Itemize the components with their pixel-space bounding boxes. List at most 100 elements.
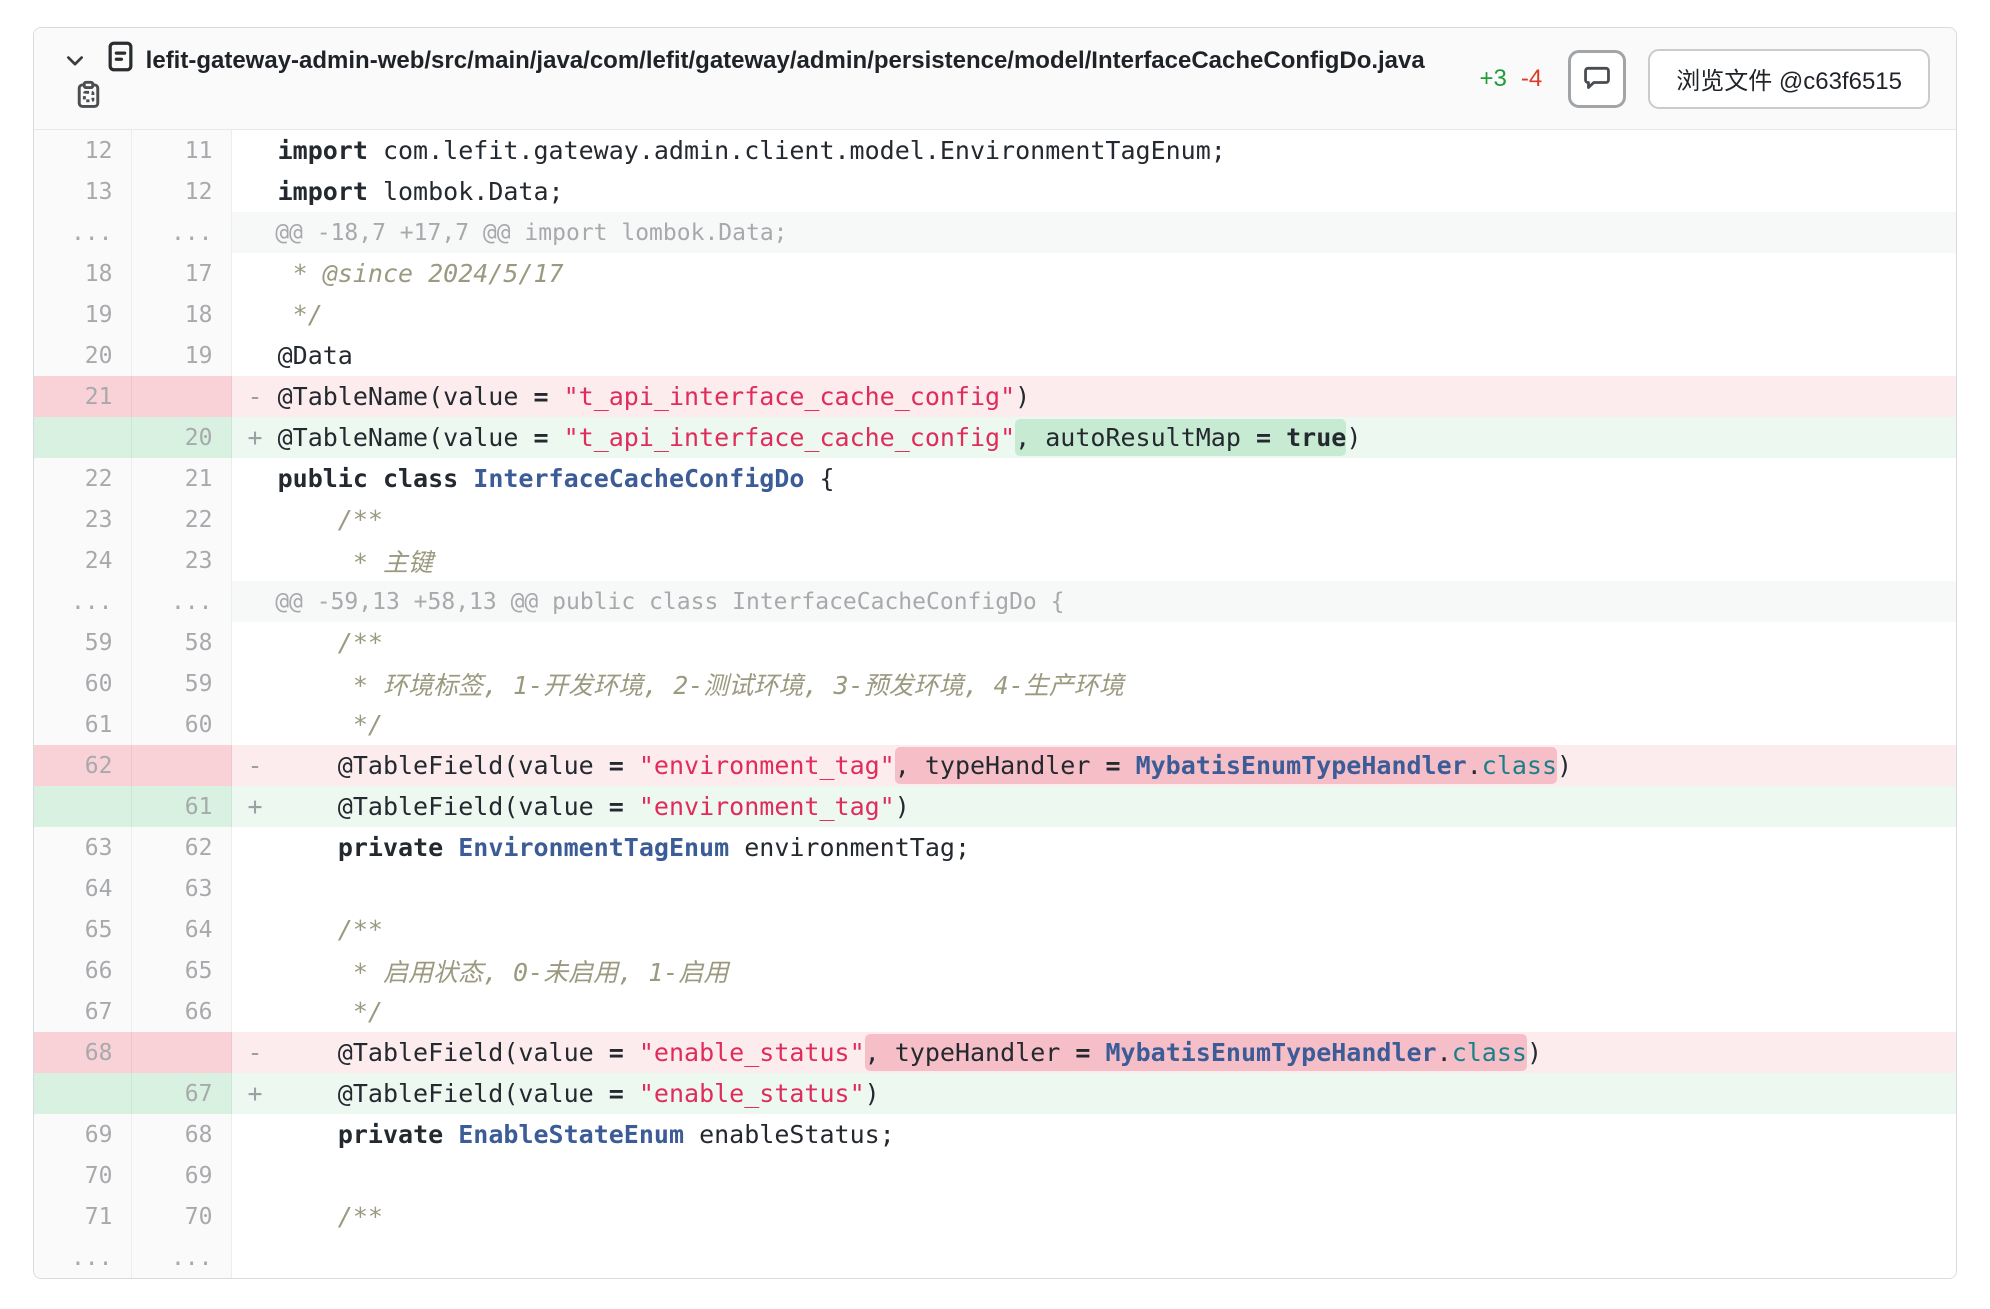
diff-table: 1211import com.lefit.gateway.admin.clien… <box>34 130 1956 1278</box>
code-cell: */ <box>231 294 1956 335</box>
diff-row: 7069 <box>34 1155 1956 1196</box>
code-token: "enable_status" <box>639 1038 865 1067</box>
line-number-new[interactable]: 22 <box>131 499 231 540</box>
line-number-new[interactable]: 70 <box>131 1196 231 1237</box>
code-token: @TableField(value <box>278 751 609 780</box>
line-number-new[interactable]: 65 <box>131 950 231 991</box>
code-cell <box>231 868 1956 909</box>
line-number-new[interactable]: 59 <box>131 663 231 704</box>
line-number-old[interactable]: 61 <box>34 704 131 745</box>
code-token <box>1121 751 1136 780</box>
collapse-chevron-icon[interactable] <box>64 42 86 79</box>
line-number-old[interactable]: 22 <box>34 458 131 499</box>
line-number-new[interactable]: ... <box>131 1237 231 1278</box>
code-token: * @since 2024/5/17 <box>278 259 564 288</box>
file-path-block: lefit-gateway-admin-web/src/main/java/co… <box>64 41 1459 116</box>
word-diff-highlight: , typeHandler = MybatisEnumTypeHandler.c… <box>895 747 1557 784</box>
line-number-new[interactable]: ... <box>131 581 231 622</box>
diff-file-header: lefit-gateway-admin-web/src/main/java/co… <box>34 28 1956 130</box>
code-token: "environment_tag" <box>639 751 895 780</box>
code-token <box>624 751 639 780</box>
code-token: true <box>1286 423 1346 452</box>
line-number-new[interactable]: 20 <box>131 417 231 458</box>
line-number-old[interactable]: 18 <box>34 253 131 294</box>
line-number-new[interactable]: 23 <box>131 540 231 581</box>
line-number-new[interactable]: ... <box>131 212 231 253</box>
line-number-new[interactable]: 58 <box>131 622 231 663</box>
code-token: "environment_tag" <box>639 792 895 821</box>
line-number-old[interactable]: 62 <box>34 745 131 786</box>
line-number-old[interactable]: 71 <box>34 1196 131 1237</box>
line-number-new[interactable]: 12 <box>131 171 231 212</box>
diff-row: 1211import com.lefit.gateway.admin.clien… <box>34 130 1956 171</box>
diff-row: 6968 private EnableStateEnum enableStatu… <box>34 1114 1956 1155</box>
browse-file-button[interactable]: 浏览文件 @c63f6515 <box>1648 49 1930 109</box>
line-number-new[interactable]: 64 <box>131 909 231 950</box>
line-number-new[interactable] <box>131 1032 231 1073</box>
diff-row: 1918 */ <box>34 294 1956 335</box>
diff-row: 61+ @TableField(value = "environment_tag… <box>34 786 1956 827</box>
diff-row: 20+@TableName(value = "t_api_interface_c… <box>34 417 1956 458</box>
diff-row: 2423 * 主键 <box>34 540 1956 581</box>
line-number-old[interactable] <box>34 1073 131 1114</box>
file-path: lefit-gateway-admin-web/src/main/java/co… <box>146 47 1425 74</box>
code-token: ) <box>1557 751 1572 780</box>
code-token: */ <box>278 300 323 329</box>
line-number-new[interactable]: 67 <box>131 1073 231 1114</box>
line-number-old[interactable]: 20 <box>34 335 131 376</box>
copy-path-icon[interactable] <box>76 79 101 116</box>
line-number-old[interactable]: 12 <box>34 130 131 171</box>
line-number-new[interactable]: 63 <box>131 868 231 909</box>
line-number-old[interactable]: 59 <box>34 622 131 663</box>
line-number-new[interactable]: 17 <box>131 253 231 294</box>
line-number-old[interactable]: 13 <box>34 171 131 212</box>
line-number-new[interactable]: 61 <box>131 786 231 827</box>
diff-row: 2322 /** <box>34 499 1956 540</box>
code-cell: /** <box>231 909 1956 950</box>
line-number-new[interactable]: 21 <box>131 458 231 499</box>
line-number-new[interactable]: 19 <box>131 335 231 376</box>
code-cell: @@ -18,7 +17,7 @@ import lombok.Data; <box>231 212 1956 253</box>
line-number-old[interactable]: 67 <box>34 991 131 1032</box>
line-number-old[interactable]: 19 <box>34 294 131 335</box>
code-token: @TableName(value <box>278 423 534 452</box>
line-number-old[interactable]: 60 <box>34 663 131 704</box>
code-token: private <box>338 833 443 862</box>
line-number-old[interactable]: 23 <box>34 499 131 540</box>
code-token: = <box>1075 1038 1090 1067</box>
comment-button[interactable] <box>1568 50 1626 108</box>
line-number-new[interactable]: 62 <box>131 827 231 868</box>
line-number-old[interactable]: 24 <box>34 540 131 581</box>
line-number-old[interactable]: ... <box>34 1237 131 1278</box>
diff-table-body: 1211import com.lefit.gateway.admin.clien… <box>34 130 1956 1278</box>
line-number-new[interactable]: 66 <box>131 991 231 1032</box>
code-token: @TableField(value <box>278 1038 609 1067</box>
line-number-old[interactable]: 65 <box>34 909 131 950</box>
line-number-old[interactable] <box>34 786 131 827</box>
line-number-new[interactable]: 60 <box>131 704 231 745</box>
line-number-new[interactable] <box>131 745 231 786</box>
code-cell: - @TableField(value = "enable_status", t… <box>231 1032 1956 1073</box>
additions-count: +3 <box>1479 65 1506 93</box>
line-number-old[interactable]: ... <box>34 212 131 253</box>
line-number-old[interactable]: 64 <box>34 868 131 909</box>
diff-row: 6766 */ <box>34 991 1956 1032</box>
line-number-new[interactable]: 69 <box>131 1155 231 1196</box>
code-token: ) <box>1346 423 1361 452</box>
deletion-marker: - <box>248 382 278 411</box>
line-number-old[interactable]: 21 <box>34 376 131 417</box>
diff-row: 62- @TableField(value = "environment_tag… <box>34 745 1956 786</box>
line-number-old[interactable]: 69 <box>34 1114 131 1155</box>
line-number-old[interactable] <box>34 417 131 458</box>
line-number-new[interactable]: 11 <box>131 130 231 171</box>
diff-row: 68 - @TableField(value = "enable_status",… <box>34 1032 1956 1073</box>
line-number-old[interactable]: 63 <box>34 827 131 868</box>
line-number-new[interactable]: 68 <box>131 1114 231 1155</box>
line-number-old[interactable]: 70 <box>34 1155 131 1196</box>
code-token <box>443 1120 458 1149</box>
line-number-old[interactable]: 68 <box>34 1032 131 1073</box>
line-number-old[interactable]: 66 <box>34 950 131 991</box>
line-number-new[interactable] <box>131 376 231 417</box>
line-number-old[interactable]: ... <box>34 581 131 622</box>
line-number-new[interactable]: 18 <box>131 294 231 335</box>
